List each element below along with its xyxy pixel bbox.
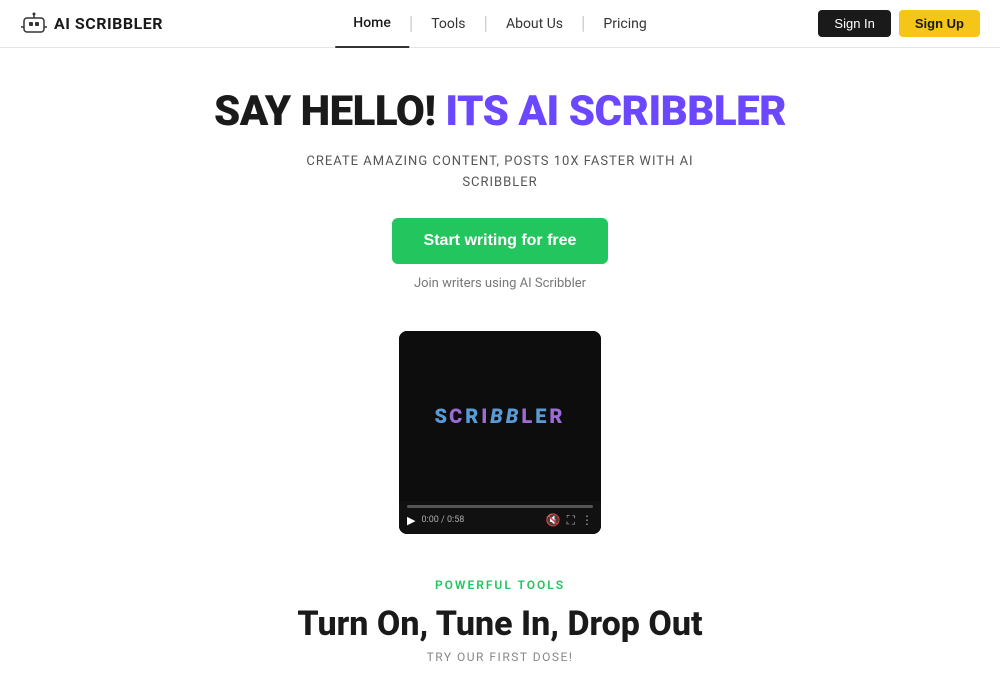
fullscreen-icon[interactable]: ⛶ [567, 513, 575, 528]
video-progress-bar[interactable] [407, 505, 593, 508]
logo-text: AI SCRIBBLER [54, 14, 163, 33]
bottom-section: POWERFUL TOOLS Turn On, Tune In, Drop Ou… [0, 558, 1000, 684]
navbar-actions: Sign In Sign Up [818, 10, 980, 37]
video-time: 0:00 / 0:58 [421, 515, 464, 525]
join-text: Join writers using AI Scribbler [20, 276, 980, 291]
hero-title-colored: ITS AI SCRIBBLER [435, 87, 786, 136]
video-player: SCRIBBLER ▶ 0:00 / 0:58 🔇 ⛶ ⋮ [399, 331, 601, 534]
video-controls: ▶ 0:00 / 0:58 🔇 ⛶ ⋮ [399, 501, 601, 534]
navbar: AI SCRIBBLER Home | Tools | About Us | P… [0, 0, 1000, 48]
video-ctrl-row: ▶ 0:00 / 0:58 🔇 ⛶ ⋮ [407, 513, 593, 528]
more-options-icon[interactable]: ⋮ [581, 513, 593, 527]
hero-subtitle: CREATE AMAZING CONTENT, POSTS 10X FASTER… [20, 152, 980, 194]
nav-tools[interactable]: Tools [413, 0, 483, 48]
bottom-subtitle: TRY OUR FIRST DOSE! [20, 650, 980, 664]
video-logo: SCRIBBLER [435, 404, 566, 428]
hero-title-black: SAY HELLO! [214, 87, 436, 136]
hero-section: SAY HELLO! ITS AI SCRIBBLER CREATE AMAZI… [0, 48, 1000, 331]
section-label: POWERFUL TOOLS [20, 578, 980, 592]
nav-pricing[interactable]: Pricing [585, 0, 664, 48]
play-button[interactable]: ▶ [407, 514, 415, 527]
video-screen: SCRIBBLER [399, 331, 601, 501]
video-section: SCRIBBLER ▶ 0:00 / 0:58 🔇 ⛶ ⋮ [0, 331, 1000, 534]
bottom-title: Turn On, Tune In, Drop Out [20, 604, 980, 644]
volume-icon[interactable]: 🔇 [546, 513, 561, 527]
hero-title: SAY HELLO! ITS AI SCRIBBLER [20, 88, 980, 136]
logo-icon [20, 10, 48, 38]
nav-links: Home | Tools | About Us | Pricing [335, 0, 664, 48]
nav-about[interactable]: About Us [488, 0, 581, 48]
start-writing-button[interactable]: Start writing for free [392, 218, 609, 264]
signup-button[interactable]: Sign Up [899, 10, 980, 37]
logo: AI SCRIBBLER [20, 10, 163, 38]
nav-home[interactable]: Home [335, 0, 409, 48]
signin-button[interactable]: Sign In [818, 10, 890, 37]
